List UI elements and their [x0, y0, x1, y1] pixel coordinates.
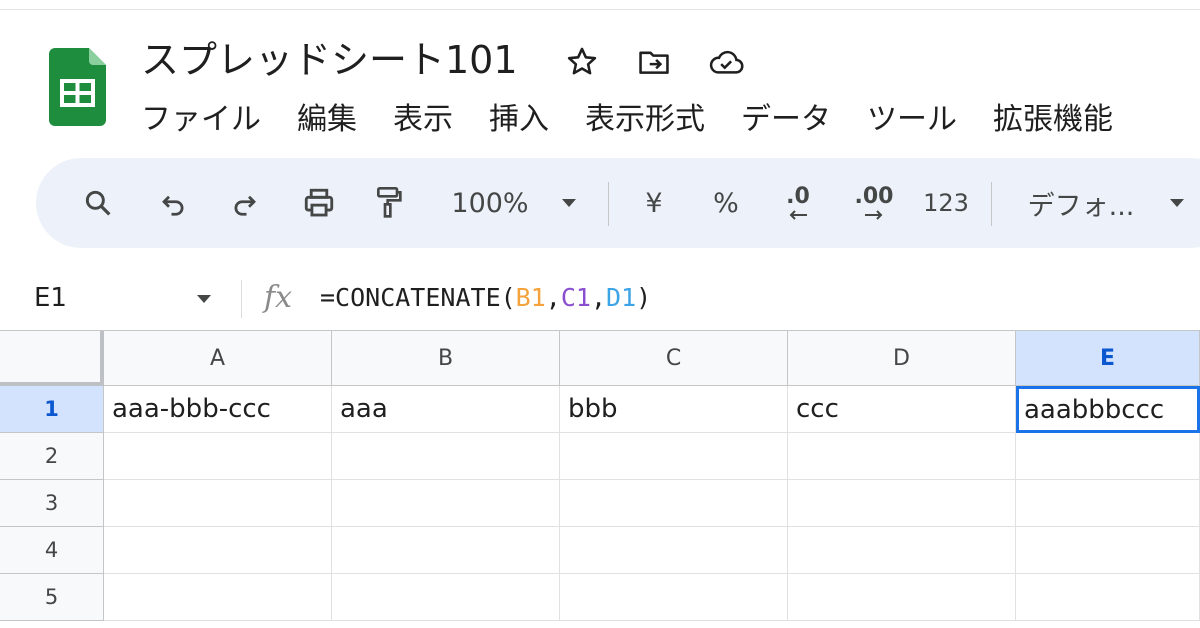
star-icon[interactable] — [564, 44, 600, 80]
column-header-d[interactable]: D — [788, 331, 1016, 386]
cell-d1[interactable]: ccc — [788, 386, 1016, 433]
menu-tools[interactable]: ツール — [867, 98, 957, 142]
cloud-saved-icon[interactable] — [708, 44, 744, 80]
menu-file[interactable]: ファイル — [141, 98, 261, 142]
menu-bar: ファイル 編集 表示 挿入 表示形式 データ ツール 拡張機能 — [141, 98, 1149, 142]
select-all-corner[interactable] — [0, 331, 104, 386]
zoom-value[interactable]: 100% — [451, 188, 528, 219]
spreadsheet-grid: A B C D E 1 2 3 4 5 aaa-bbb-ccc aaa bbb … — [0, 330, 1200, 628]
column-header-e[interactable]: E — [1016, 331, 1200, 386]
row-header-3[interactable]: 3 — [0, 480, 104, 527]
cell-e1-selected[interactable]: aaabbbccc — [1016, 386, 1200, 433]
formula-ref-d1: D1 — [606, 283, 637, 312]
cell-a4[interactable] — [104, 527, 332, 574]
cell-d5[interactable] — [788, 574, 1016, 621]
menu-view[interactable]: 表示 — [393, 98, 453, 142]
column-header-c[interactable]: C — [560, 331, 788, 386]
cell-c2[interactable] — [560, 433, 788, 480]
formula-ref-c1: C1 — [560, 283, 591, 312]
number-format-button[interactable]: 123 — [923, 189, 969, 217]
increase-decimal-button[interactable]: .00 — [846, 158, 902, 248]
cell-b2[interactable] — [332, 433, 560, 480]
cell-d3[interactable] — [788, 480, 1016, 527]
cell-c3[interactable] — [560, 480, 788, 527]
fx-icon: fx — [264, 280, 293, 315]
formula-ref-b1: B1 — [515, 283, 546, 312]
cell-e2[interactable] — [1016, 433, 1200, 480]
cell-a2[interactable] — [104, 433, 332, 480]
cell-b3[interactable] — [332, 480, 560, 527]
formula-bar: E1 fx =CONCATENATE(B1,C1,D1) — [0, 268, 1200, 330]
formula-separator: , — [590, 283, 607, 312]
arrow-right-icon — [865, 210, 883, 220]
cell-a3[interactable] — [104, 480, 332, 527]
cell-d2[interactable] — [788, 433, 1016, 480]
sheets-logo-icon[interactable] — [49, 48, 106, 126]
cell-a5[interactable] — [104, 574, 332, 621]
cell-e3[interactable] — [1016, 480, 1200, 527]
row-header-5[interactable]: 5 — [0, 574, 104, 621]
name-box-dropdown-icon[interactable] — [192, 286, 216, 310]
menu-edit[interactable]: 編集 — [297, 98, 357, 142]
cell-c4[interactable] — [560, 527, 788, 574]
menu-insert[interactable]: 挿入 — [489, 98, 549, 142]
name-box[interactable]: E1 — [34, 278, 67, 318]
increase-decimal-label: .00 — [854, 184, 894, 209]
move-to-folder-icon[interactable] — [636, 44, 672, 80]
formula-bar-divider — [241, 280, 242, 318]
decrease-decimal-label: .0 — [786, 184, 810, 209]
cell-a1[interactable]: aaa-bbb-ccc — [104, 386, 332, 433]
toolbar-divider — [608, 182, 609, 226]
cell-c1[interactable]: bbb — [560, 386, 788, 433]
arrow-left-icon — [789, 210, 807, 220]
redo-icon[interactable] — [222, 158, 266, 248]
cell-e4[interactable] — [1016, 527, 1200, 574]
formula-prefix: =CONCATENATE( — [320, 283, 516, 312]
row-header-4[interactable]: 4 — [0, 527, 104, 574]
paint-format-icon[interactable] — [366, 158, 412, 248]
row-header-1[interactable]: 1 — [0, 386, 104, 433]
window-top-edge — [0, 0, 1200, 10]
document-title[interactable]: スプレッドシート101 — [141, 34, 518, 86]
font-family-select[interactable]: デフォ... — [1028, 184, 1135, 223]
cell-c5[interactable] — [560, 574, 788, 621]
cell-b5[interactable] — [332, 574, 560, 621]
menu-format[interactable]: 表示形式 — [585, 98, 705, 142]
formula-suffix: ) — [636, 283, 652, 312]
cell-b1[interactable]: aaa — [332, 386, 560, 433]
toolbar-divider — [991, 182, 992, 226]
undo-icon[interactable] — [152, 158, 196, 248]
column-header-b[interactable]: B — [332, 331, 560, 386]
search-icon[interactable] — [76, 158, 120, 248]
cell-e5[interactable] — [1016, 574, 1200, 621]
percent-format-button[interactable]: % — [713, 188, 739, 219]
decrease-decimal-button[interactable]: .0 — [772, 158, 824, 248]
toolbar: 100% ¥ % .0 .00 123 デフォ... — [36, 158, 1200, 248]
column-header-a[interactable]: A — [104, 331, 332, 386]
formula-separator: , — [545, 283, 561, 312]
print-icon[interactable] — [296, 158, 342, 248]
cell-d4[interactable] — [788, 527, 1016, 574]
cell-b4[interactable] — [332, 527, 560, 574]
menu-extensions[interactable]: 拡張機能 — [993, 98, 1113, 142]
zoom-dropdown-icon[interactable] — [554, 158, 584, 248]
row-header-2[interactable]: 2 — [0, 433, 104, 480]
formula-input[interactable]: =CONCATENATE(B1,C1,D1) — [320, 278, 651, 318]
currency-format-button[interactable]: ¥ — [645, 188, 662, 219]
font-dropdown-icon[interactable] — [1164, 158, 1190, 248]
menu-data[interactable]: データ — [741, 98, 831, 142]
